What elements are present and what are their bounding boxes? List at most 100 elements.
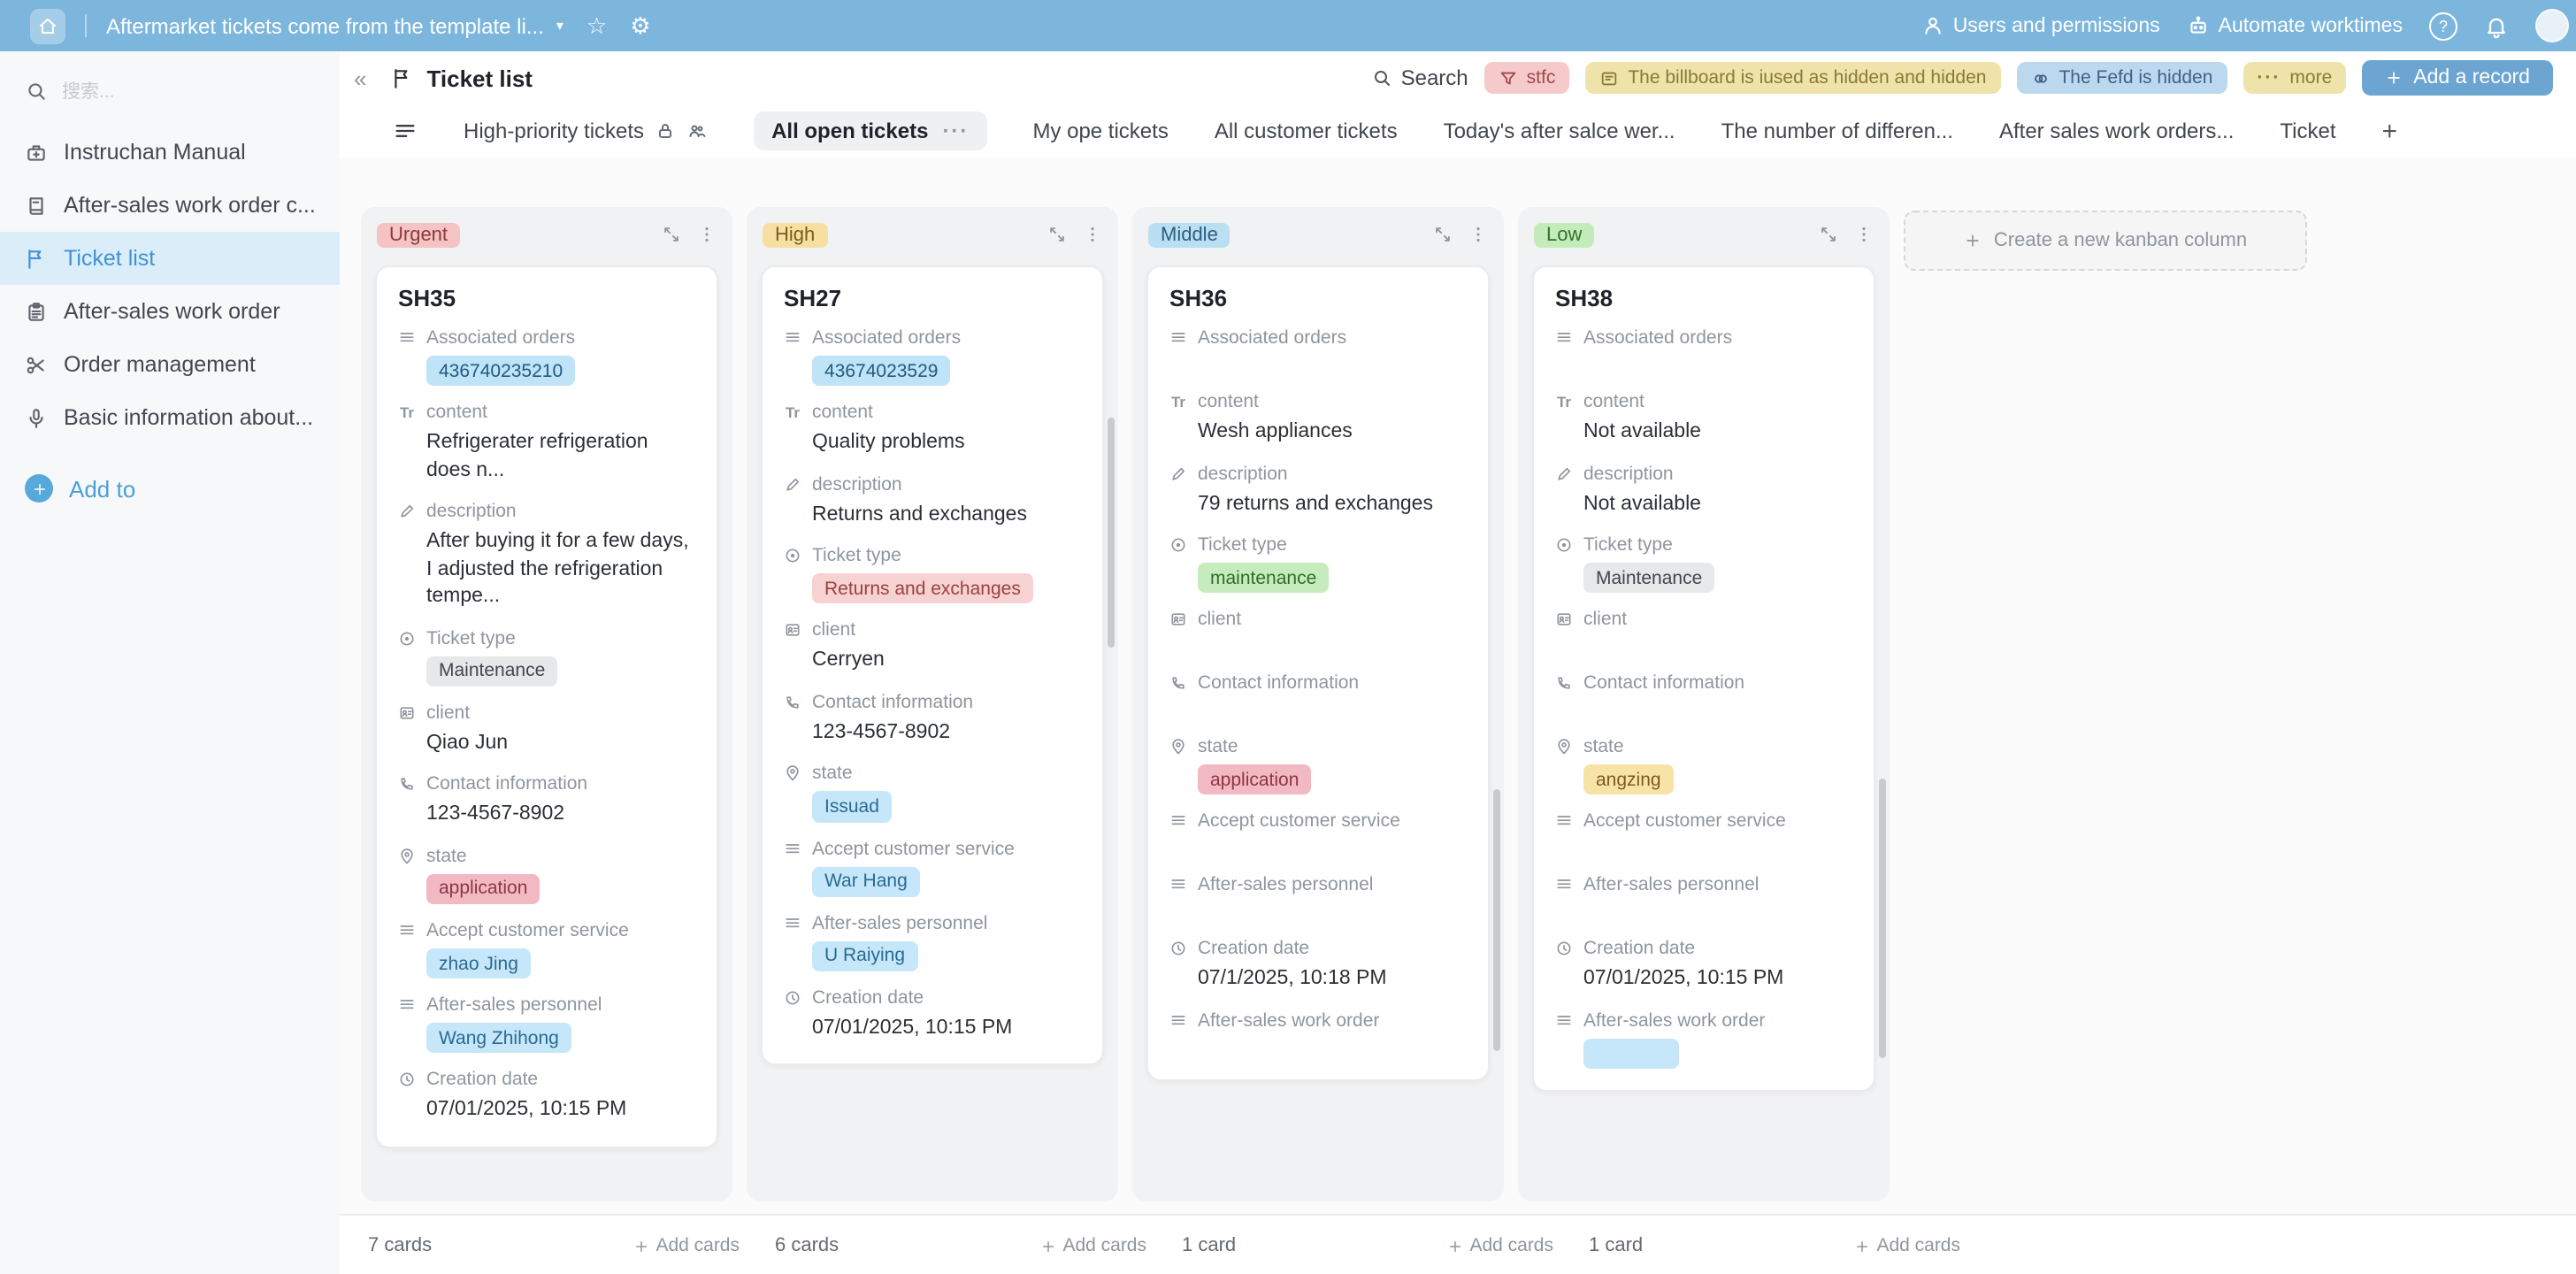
view-tab[interactable]: After sales work orders... — [1999, 119, 2234, 143]
field-label: state — [812, 764, 853, 785]
toolbar-badge[interactable]: The Fefd is hidden — [2016, 62, 2227, 94]
field-label: Creation date — [812, 987, 924, 1009]
kanban-card[interactable]: SH38Associated ordersTrcontentNot availa… — [1532, 265, 1875, 1092]
chevron-down-icon[interactable]: ▾ — [556, 18, 564, 34]
card-field: description79 returns and exchanges — [1169, 463, 1467, 518]
sidebar-search[interactable]: 搜索... — [25, 78, 315, 104]
field-chip: Wang Zhihong — [426, 1024, 571, 1054]
field-pin-icon — [784, 765, 801, 783]
collapse-column-button[interactable] — [1819, 225, 1838, 244]
field-empty-value — [1555, 349, 1852, 375]
field-label-row: Contact information — [784, 692, 1081, 713]
column-menu-button[interactable] — [1854, 225, 1874, 244]
add-table-button[interactable]: Add to — [25, 474, 340, 503]
collapse-column-button[interactable] — [662, 225, 681, 244]
collapse-icon — [1819, 225, 1838, 244]
add-cards-button[interactable]: Add cards — [1039, 1235, 1146, 1256]
sidebar-item-label: Ticket list — [64, 246, 155, 271]
field-label: description — [812, 473, 902, 495]
field-label-row: After-sales personnel — [1169, 875, 1467, 896]
field-phone-icon — [1555, 674, 1573, 692]
field-chip: War Hang — [812, 866, 920, 896]
document-title[interactable]: Aftermarket tickets come from the templa… — [106, 13, 544, 38]
field-label: Creation date — [1198, 939, 1309, 960]
field-chip: angzing — [1583, 764, 1674, 794]
column-name-chip: Urgent — [377, 222, 460, 247]
field-label-row: Creation date — [1169, 939, 1467, 960]
view-tab[interactable]: High-priority tickets — [464, 119, 708, 143]
search-icon — [25, 80, 48, 103]
field-label: client — [1198, 609, 1241, 630]
sidebar-item-order-management[interactable]: Order management — [0, 338, 340, 391]
collapse-column-button[interactable] — [1433, 225, 1453, 244]
view-tab[interactable]: All open tickets··· — [754, 111, 986, 150]
field-value: Not available — [1583, 491, 1852, 518]
home-button[interactable] — [30, 8, 65, 43]
toolbar-badge[interactable]: ···more — [2242, 62, 2346, 94]
avatar[interactable] — [2535, 9, 2569, 42]
notifications-button[interactable] — [2484, 13, 2509, 38]
sidebar-item-instruchan-manual[interactable]: Instruchan Manual — [0, 126, 340, 179]
toolbar-badge[interactable]: The billboard is iused as hidden and hid… — [1585, 62, 2000, 94]
view-tab[interactable]: My ope tickets — [1032, 119, 1168, 143]
column-menu-button[interactable] — [1083, 225, 1102, 244]
column-scrollbar[interactable] — [1493, 789, 1500, 1051]
kanban-card[interactable]: SH36Associated ordersTrcontentWesh appli… — [1146, 265, 1490, 1081]
sidebar-item-ticket-list[interactable]: Ticket list — [0, 232, 340, 285]
field-chip: Maintenance — [1583, 563, 1714, 593]
card-field: Contact information123-4567-8902 — [398, 774, 695, 830]
collapse-sidebar-button[interactable]: « — [354, 65, 366, 91]
field-pen-icon — [1555, 464, 1573, 482]
card-field: TrcontentQuality problems — [784, 402, 1081, 457]
kanban-card[interactable]: SH27Associated orders43674023529Trconten… — [761, 265, 1104, 1066]
column-scrollbar[interactable] — [1108, 418, 1115, 648]
add-cards-button[interactable]: Add cards — [632, 1235, 740, 1256]
add-view-button[interactable]: + — [2382, 116, 2398, 146]
view-tab[interactable]: The number of differen... — [1721, 119, 1953, 143]
column-scrollbar[interactable] — [1879, 779, 1886, 1058]
card-field: client — [1169, 609, 1467, 656]
column-menu-button[interactable] — [697, 225, 717, 244]
sidebar-item-after-sales-work-order[interactable]: After-sales work order — [0, 285, 340, 338]
add-cards-button[interactable]: Add cards — [1446, 1235, 1553, 1256]
toolbar-badge[interactable]: stfc — [1484, 62, 1570, 94]
view-tab[interactable]: Ticket — [2280, 119, 2335, 143]
view-tab[interactable]: All customer tickets — [1215, 119, 1398, 143]
tab-menu-icon[interactable]: ··· — [942, 119, 969, 143]
add-record-button[interactable]: Add a record — [2362, 60, 2553, 96]
view-tab[interactable]: Today's after salce wer... — [1444, 119, 1675, 143]
card-field: Contact information — [1555, 672, 1852, 720]
flag-icon — [391, 66, 414, 89]
card-field: Associated orders — [1555, 327, 1852, 375]
create-column-button[interactable]: Create a new kanban column — [1904, 211, 2307, 271]
gear-icon[interactable]: ⚙ — [630, 12, 650, 40]
add-cards-button[interactable]: Add cards — [1853, 1235, 1960, 1256]
search-icon — [25, 80, 48, 103]
search-button[interactable]: Search — [1371, 65, 1468, 90]
topbar-action-robot[interactable]: Automate worktimes — [2187, 14, 2403, 37]
funnel-icon — [1499, 68, 1518, 88]
card-field: stateapplication — [398, 846, 695, 904]
field-label-row: Trcontent — [784, 402, 1081, 423]
field-list-icon — [784, 915, 801, 932]
kebab-icon — [1083, 225, 1102, 244]
sidebar-item-basic-information-about[interactable]: Basic information about... — [0, 391, 340, 444]
card-field: Contact information — [1169, 672, 1467, 720]
text-field-icon: Tr — [398, 403, 416, 421]
field-list-icon — [1169, 877, 1187, 894]
kanban-card[interactable]: SH35Associated orders436740235210Trconte… — [375, 265, 718, 1148]
column-header: Middle — [1132, 207, 1504, 262]
field-value: Qiao Jun — [426, 731, 695, 758]
column-menu-button[interactable] — [1468, 225, 1488, 244]
collapse-column-button[interactable] — [1047, 225, 1067, 244]
field-empty-value — [1555, 694, 1852, 720]
field-label-row: Trcontent — [1555, 391, 1852, 412]
help-button[interactable]: ? — [2429, 12, 2457, 40]
field-label: Associated orders — [1198, 327, 1346, 349]
star-icon[interactable]: ☆ — [586, 12, 607, 40]
column-name-chip: Middle — [1148, 222, 1230, 247]
field-empty-value — [1169, 1032, 1467, 1058]
sidebar-item-after-sales-work-order-c[interactable]: After-sales work order c... — [0, 179, 340, 232]
topbar-action-person[interactable]: Users and permissions — [1921, 14, 2160, 37]
view-list-button[interactable] — [393, 119, 418, 143]
